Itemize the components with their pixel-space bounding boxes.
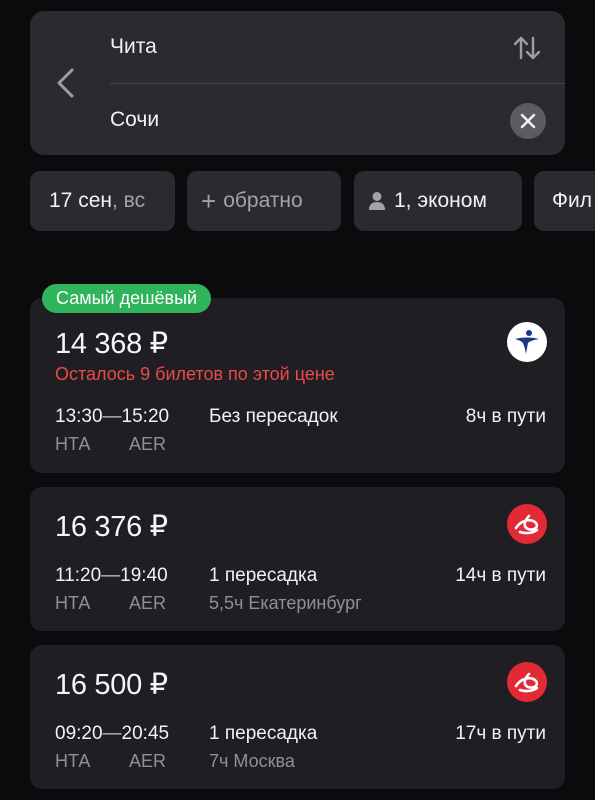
back-button[interactable] [48,63,84,103]
swap-cities-button[interactable] [512,33,542,63]
flight-duration: 8ч в пути [465,406,546,427]
cheapest-badge: Самый дешёвый [42,284,212,313]
passengers-chip[interactable]: 1, эконом [354,171,522,231]
flight-card[interactable]: 14 368 ₽ Осталось 9 билетов по этой цене… [30,298,565,473]
arrival-airport-code: AER [129,593,167,613]
arrival-time: 19:40 [120,565,168,586]
departure-airport-code: НТА [55,751,91,771]
arrival-airport-code: AER [129,434,167,454]
flight-duration: 14ч в пути [455,565,546,586]
date-chip[interactable]: 17 сен, вс [30,171,175,231]
flight-price: 14 368 ₽ [55,328,168,360]
airline-logo [507,322,547,362]
arrival-airport-code: AER [129,751,167,771]
clear-destination-button[interactable] [510,103,546,139]
flight-times: 11:20—19:40 [55,565,168,587]
arrival-time: 15:20 [121,406,170,427]
person-icon [369,192,385,210]
page: Чита Сочи 17 сен, вс + обратно 1, эконом… [0,0,595,800]
tickets-left-warning: Осталось 9 билетов по этой цене [55,364,335,384]
red-white-swirl-logo-icon [514,672,539,693]
close-icon [520,113,536,129]
time-dash: — [101,565,121,586]
airline-logo [507,504,547,544]
stops-info: Без пересадок [209,406,338,427]
airline-logo [507,662,547,702]
flight-card[interactable]: 16 376 ₽ 11:20—19:40 НТА AER 1 пересадка… [30,487,565,631]
return-date-chip[interactable]: + обратно [187,171,341,231]
departure-airport-code: НТА [55,593,91,613]
layover-info: 5,5ч Екатеринбург [209,593,362,613]
date-value: 17 сен [49,189,112,212]
layover-info: 7ч Москва [209,751,295,771]
chevron-left-icon [57,68,74,98]
search-divider [110,83,565,84]
return-label: обратно [223,189,303,212]
search-panel: Чита Сочи [30,11,565,155]
departure-time: 13:30 [55,406,103,427]
flight-price: 16 500 ₽ [55,669,168,701]
destination-city-field[interactable]: Сочи [110,108,159,132]
origin-city-field[interactable]: Чита [110,35,157,59]
departure-time: 09:20 [55,723,103,744]
red-white-swirl-logo-icon [514,514,539,535]
passengers-label: 1, эконом [394,189,487,212]
departure-airport-code: НТА [55,434,91,454]
filters-label: Фил [552,189,592,212]
departure-time: 11:20 [55,565,102,586]
flight-price: 16 376 ₽ [55,511,168,543]
stops-info: 1 пересадка [209,723,318,744]
flight-times: 09:20—20:45 [55,723,169,745]
flight-duration: 17ч в пути [455,723,546,744]
filters-chip[interactable]: Фил [534,171,595,231]
plus-icon: + [201,186,217,216]
date-weekday: , вс [111,189,146,212]
stops-info: 1 пересадка [209,565,318,586]
time-dash: — [102,406,122,427]
time-dash: — [102,723,122,744]
flight-times: 13:30—15:20 [55,406,169,428]
white-blue-swirl-logo-icon [515,330,539,354]
flight-card[interactable]: 16 500 ₽ 09:20—20:45 НТА AER 1 пересадка… [30,645,565,789]
arrival-time: 20:45 [121,723,170,744]
swap-arrows-icon [513,36,541,60]
